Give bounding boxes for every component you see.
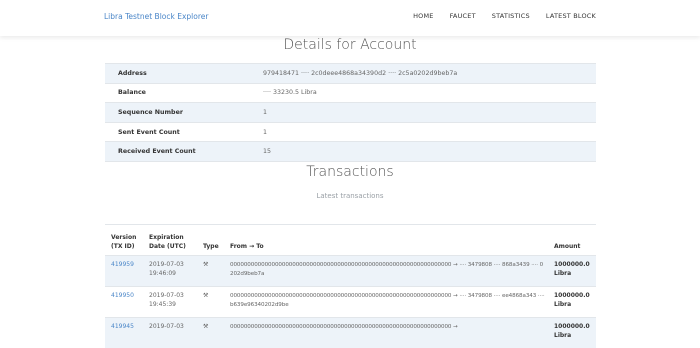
tx-amount: 1000000.0 Libra (550, 256, 596, 287)
nav-statistics[interactable]: STATISTICS (492, 12, 530, 20)
detail-row-sent-events: Sent Event Count 1 (105, 122, 596, 142)
transactions-title: Transactions (0, 164, 700, 180)
tx-date: 2019-07-03 19:45:39 (145, 287, 199, 318)
tx-amount: 1000000.0 Libra (550, 287, 596, 318)
nav-latest-block[interactable]: LATEST BLOCK (546, 12, 596, 20)
detail-label: Balance (105, 83, 249, 103)
tx-amount: 1000000.0 Libra (550, 318, 596, 348)
table-row: 419950 2019-07-03 19:45:39 ⚒ 00000000000… (105, 287, 596, 318)
tx-from-to[interactable]: 0000000000000000000000000000000000000000… (226, 318, 550, 348)
detail-label: Sequence Number (105, 103, 249, 123)
detail-value: 15 (249, 142, 596, 162)
tx-from-to[interactable]: 0000000000000000000000000000000000000000… (226, 287, 550, 318)
account-title: Details for Account (0, 37, 700, 53)
detail-value: ···· 33230.5 Libra (249, 83, 596, 103)
tx-version-link[interactable]: 419945 (105, 318, 145, 348)
account-details-table: Address 979418471 ···· 2c0deee4868a34390… (105, 63, 596, 162)
header-version: Version (TX ID) (105, 225, 145, 256)
detail-row-address: Address 979418471 ···· 2c0deee4868a34390… (105, 64, 596, 84)
detail-label: Address (105, 64, 249, 84)
mint-icon: ⚒ (199, 287, 226, 318)
transactions-subtitle: Latest transactions (0, 192, 700, 200)
detail-label: Received Event Count (105, 142, 249, 162)
detail-row-balance: Balance ···· 33230.5 Libra (105, 83, 596, 103)
nav-faucet[interactable]: FAUCET (450, 12, 476, 20)
tx-date: 2019-07-03 19:46:09 (145, 256, 199, 287)
nav-links: HOME FAUCET STATISTICS LATEST BLOCK (397, 12, 596, 20)
transactions-header-row: Version (TX ID) Expiration Date (UTC) Ty… (105, 225, 596, 256)
mint-icon: ⚒ (199, 256, 226, 287)
detail-value: 1 (249, 103, 596, 123)
brand-link[interactable]: Libra Testnet Block Explorer (104, 12, 208, 21)
table-row: 419959 2019-07-03 19:46:09 ⚒ 00000000000… (105, 256, 596, 287)
tx-version-link[interactable]: 419959 (105, 256, 145, 287)
detail-row-sequence: Sequence Number 1 (105, 103, 596, 123)
nav-home[interactable]: HOME (413, 12, 434, 20)
mint-icon: ⚒ (199, 318, 226, 348)
table-row: 419945 2019-07-03 ⚒ 00000000000000000000… (105, 318, 596, 348)
transactions-table: Version (TX ID) Expiration Date (UTC) Ty… (105, 224, 596, 348)
detail-value: 1 (249, 122, 596, 142)
detail-value: 979418471 ···· 2c0deee4868a34390d2 ···· … (249, 64, 596, 84)
navbar: Libra Testnet Block Explorer HOME FAUCET… (0, 0, 700, 36)
header-amount: Amount (550, 225, 596, 256)
detail-row-received-events: Received Event Count 15 (105, 142, 596, 162)
header-from-to: From → To (226, 225, 550, 256)
tx-version-link[interactable]: 419950 (105, 287, 145, 318)
detail-label: Sent Event Count (105, 122, 249, 142)
tx-date: 2019-07-03 (145, 318, 199, 348)
header-type: Type (199, 225, 226, 256)
tx-from-to[interactable]: 0000000000000000000000000000000000000000… (226, 256, 550, 287)
header-date: Expiration Date (UTC) (145, 225, 199, 256)
